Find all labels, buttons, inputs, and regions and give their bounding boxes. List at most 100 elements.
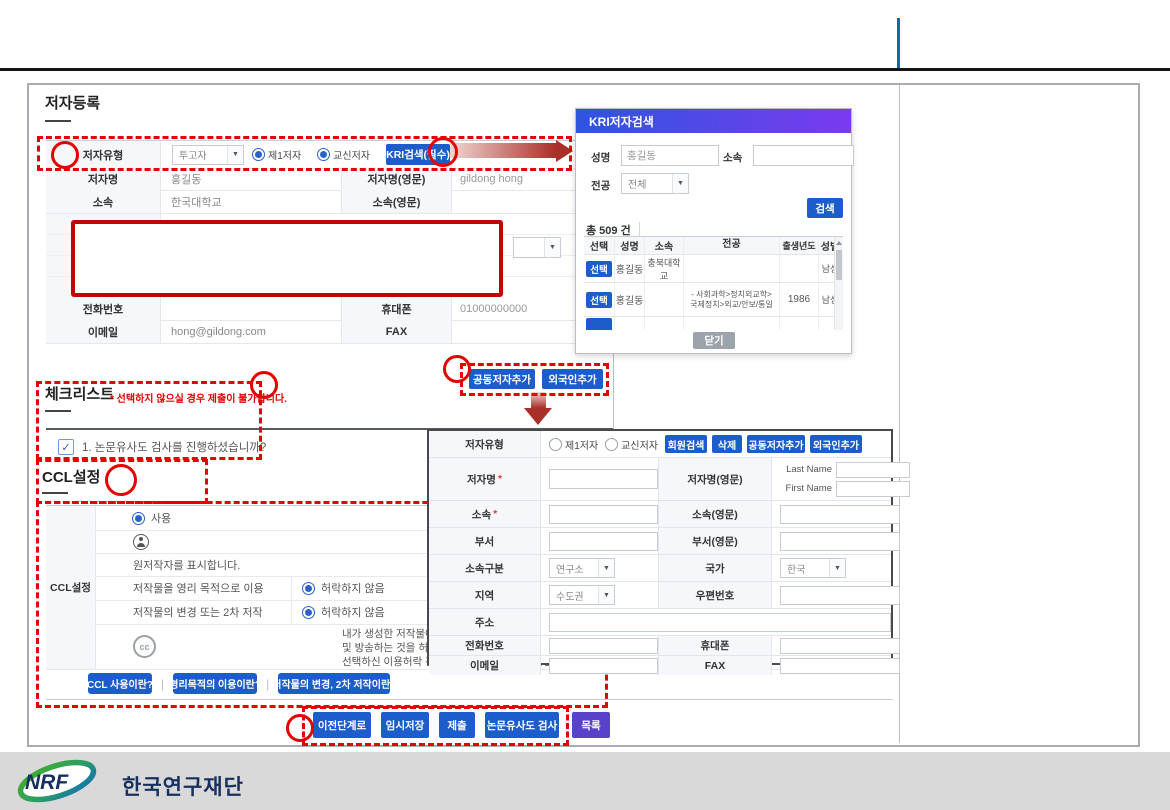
coauthor-email-input[interactable] (549, 658, 658, 674)
country-select[interactable]: 한국 (780, 558, 846, 578)
select-result-button[interactable] (586, 318, 612, 330)
separator: | (266, 677, 269, 691)
close-popup-button[interactable]: 닫기 (693, 332, 735, 349)
arrow-to-overlay (531, 392, 546, 408)
affiliation-value[interactable]: 한국대학교 (161, 190, 342, 213)
chevron-down-icon (227, 146, 243, 164)
coauthor-type-row: 저자유형 제1저자 교신저자 회원검색 삭제 공동저자추가 외국인추가 (429, 431, 891, 458)
kri-result-row-partial (584, 317, 843, 330)
scrollbar-thumb[interactable] (836, 250, 842, 280)
coauthor-affiliation-row: 소속* 소속(영문) (429, 501, 891, 528)
ccl-derivative-radio[interactable]: 허락하지 않음 (292, 604, 385, 620)
coauthor-affiliation-en-input[interactable] (780, 505, 900, 524)
temp-save-button[interactable]: 임시저장 (381, 712, 429, 738)
ccl-help-button-2[interactable]: 영리목적의 이용이란? (173, 673, 257, 694)
email-row: 이메일 hong@gildong.com FAX (46, 320, 613, 344)
address-input[interactable] (549, 613, 891, 632)
delete-author-button[interactable]: 삭제 (712, 435, 742, 453)
ccl-commercial-radio[interactable]: 허락하지 않음 (292, 580, 385, 596)
checkbox-checked-icon[interactable] (58, 439, 74, 455)
scrollbar[interactable] (834, 237, 843, 330)
coauthor-mobile-input[interactable] (780, 638, 900, 654)
similarity-check-button[interactable]: 논문유사도 검사 (485, 712, 559, 738)
email-value[interactable]: hong@gildong.com (161, 320, 342, 343)
name-value[interactable]: 홍길동 (161, 167, 342, 190)
fax-label: FAX (342, 320, 452, 343)
coauthor-dept-en-input[interactable] (780, 532, 900, 551)
zip-input[interactable] (780, 586, 900, 605)
select-result-button[interactable]: 선택 (586, 261, 612, 277)
kri-name-input[interactable]: 홍길동 (621, 145, 719, 166)
ccl-help-button-1[interactable]: CCL 사용이란? (88, 673, 152, 694)
region-select[interactable]: 수도권 (549, 585, 615, 605)
radio-first-author[interactable]: 제1저자 (549, 437, 600, 452)
coauthor-form-overlay: 저자유형 제1저자 교신저자 회원검색 삭제 공동저자추가 외국인추가 저자명*… (427, 429, 893, 665)
chevron-down-icon (598, 586, 614, 604)
radio-dot-icon (317, 148, 330, 161)
coauthor-phone-row: 전화번호 휴대폰 (429, 636, 891, 656)
ccl-use-radio[interactable]: 사용 (95, 510, 171, 526)
kri-name-label: 성명 (591, 150, 610, 165)
kri-results-table: 선택 성명 소속 전공 출생년도 성별 선택 홍길동 충북대학교 남성 선택 홍… (584, 236, 843, 330)
author-type-select[interactable]: 투고자 (172, 145, 244, 165)
coauthor-phone-input[interactable] (549, 638, 658, 654)
checklist-title: 체크리스트 (45, 383, 114, 404)
coauthor-email-row: 이메일 FAX (429, 656, 891, 675)
hidden-row-select[interactable] (513, 237, 561, 258)
coauthor-fax-input[interactable] (780, 658, 900, 674)
first-name-input[interactable] (836, 481, 910, 497)
coauthor-name-input[interactable] (549, 469, 658, 489)
add-coauthor-button[interactable]: 공동저자추가 (747, 435, 805, 453)
chevron-down-icon (829, 559, 845, 577)
coauthor-affiliation-input[interactable] (549, 505, 658, 524)
submit-button[interactable]: 제출 (439, 712, 475, 738)
checklist-underline (45, 410, 71, 412)
radio-corresponding-author[interactable]: 교신저자 (317, 147, 378, 162)
author-type-label: 저자유형 (46, 141, 161, 168)
add-foreigner-button[interactable]: 외국인추가 (810, 435, 862, 453)
radio-dot-icon (302, 582, 315, 595)
arrow-to-overlay-head (524, 408, 552, 425)
separator: | (161, 677, 164, 691)
slide-page: 저자등록 저자유형 투고자 제1저자 교신저자 KRI검색(필수) 저자명 홍길… (0, 0, 1170, 810)
select-result-button[interactable]: 선택 (586, 292, 612, 308)
kri-major-select[interactable]: 전체 (621, 173, 689, 194)
name-label: 저자명 (46, 167, 161, 190)
nrf-logo-swoosh: NRF (12, 757, 122, 805)
kri-search-submit-button[interactable]: 검색 (807, 198, 843, 218)
coauthor-address-row: 주소 (429, 609, 891, 636)
kri-affiliation-input[interactable] (753, 145, 854, 166)
radio-corresponding-author[interactable]: 교신저자 (605, 437, 660, 452)
last-name-input[interactable] (836, 462, 910, 478)
coauthor-name-row: 저자명* 저자명(영문) Last Name First Name (429, 458, 891, 501)
affiliation-type-select[interactable]: 연구소 (549, 558, 615, 578)
top-blue-divider (897, 18, 900, 68)
coauthor-region-row: 지역 수도권 우편번호 (429, 582, 891, 609)
add-coauthor-button[interactable]: 공동저자추가 (469, 369, 535, 389)
kri-search-button[interactable]: KRI검색(필수) (386, 144, 450, 165)
radio-first-author[interactable]: 제1저자 (252, 147, 309, 162)
phone-value[interactable] (161, 297, 342, 320)
arrow-to-popup-head (556, 140, 573, 162)
title-underline (45, 120, 71, 122)
add-foreigner-button[interactable]: 외국인추가 (542, 369, 603, 389)
svg-text:NRF: NRF (25, 771, 69, 794)
coauthor-dept-row: 부서 부서(영문) (429, 528, 891, 555)
coauthor-dept-input[interactable] (549, 532, 658, 551)
cc-by-icon (133, 534, 149, 550)
list-button[interactable]: 목록 (572, 712, 610, 738)
previous-step-button[interactable]: 이전단계로 (313, 712, 371, 738)
page-title: 저자등록 (45, 92, 100, 113)
kri-affiliation-label: 소속 (723, 150, 742, 165)
kri-major-label: 전공 (591, 178, 610, 193)
author-name-row: 저자명 홍길동 저자명(영문) gildong hong (46, 167, 613, 191)
member-search-button[interactable]: 회원검색 (665, 435, 707, 453)
affiliation-en-label: 소속(영문) (342, 190, 452, 213)
mobile-label: 휴대폰 (342, 297, 452, 320)
form-right-border (613, 352, 614, 429)
ccl-help-button-3[interactable]: 저작물의 변경, 2차 저작이란? (278, 673, 390, 694)
email-label: 이메일 (46, 320, 161, 343)
cc-icon: cc (133, 635, 156, 658)
phone-row: 전화번호 휴대폰 01000000000 (46, 297, 613, 321)
popup-title: KRI저자검색 (576, 109, 851, 133)
